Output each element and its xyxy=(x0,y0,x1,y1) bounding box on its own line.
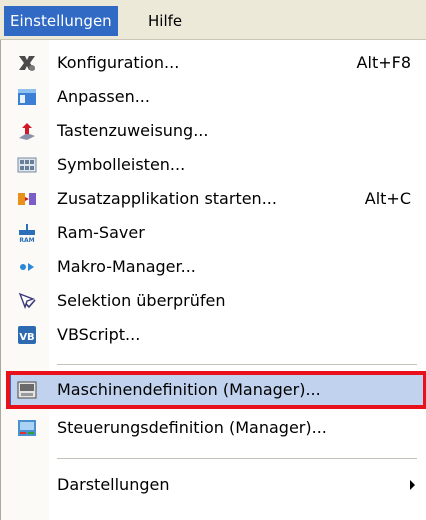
menu-hilfe[interactable]: Hilfe xyxy=(142,6,188,36)
ram-icon: RAM xyxy=(19,224,35,243)
config-icon xyxy=(19,56,35,71)
menu-item-shortcut: Alt+F8 xyxy=(356,53,411,72)
menu-item-zusatzapplikation[interactable]: Zusatzapplikation starten... Alt+C xyxy=(1,182,426,216)
menu-item-konfiguration[interactable]: Konfiguration... Alt+F8 xyxy=(1,46,426,80)
menu-item-label: Ram-Saver xyxy=(57,223,145,242)
menu-item-label: Zusatzapplikation starten... xyxy=(57,189,277,208)
menu-item-steuerungsdefinition[interactable]: Steuerungsdefinition (Manager)... xyxy=(1,411,426,445)
menu-item-symbolleisten[interactable]: Symbolleisten... xyxy=(1,148,426,182)
menu-item-label: Selektion überprüfen xyxy=(57,291,226,310)
machine-icon xyxy=(17,381,37,399)
menu-separator xyxy=(57,364,417,365)
control-icon xyxy=(18,420,36,436)
key-assignment-icon xyxy=(19,123,35,140)
menu-item-vbscript[interactable]: VB VBScript... xyxy=(1,318,426,352)
menu-item-anpassen[interactable]: Anpassen... xyxy=(1,80,426,114)
svg-text:RAM: RAM xyxy=(19,237,34,243)
vbscript-icon: VB xyxy=(18,326,36,344)
menu-bar: Einstellungen Hilfe xyxy=(0,0,426,40)
menu-item-label: Steuerungsdefinition (Manager)... xyxy=(57,418,327,437)
menu-item-label: Anpassen... xyxy=(57,87,150,106)
toolbars-icon xyxy=(17,157,37,173)
menu-item-selektion-pruefen[interactable]: Selektion überprüfen xyxy=(1,284,426,318)
menu-item-ram-saver[interactable]: RAM Ram-Saver xyxy=(1,216,426,250)
menu-separator xyxy=(57,458,417,459)
menu-einstellungen[interactable]: Einstellungen xyxy=(4,6,118,36)
menu-item-label: Symbolleisten... xyxy=(57,155,186,174)
menu-item-label: Makro-Manager... xyxy=(57,257,196,276)
menu-item-tastenzuweisung[interactable]: Tastenzuweisung... xyxy=(1,114,426,148)
submenu-arrow-icon xyxy=(410,480,415,490)
start-app-icon xyxy=(18,193,36,205)
menu-item-darstellungen[interactable]: Darstellungen xyxy=(1,468,426,502)
menu-item-maschinendefinition[interactable]: Maschinendefinition (Manager)... xyxy=(1,371,426,409)
menu-item-label: Konfiguration... xyxy=(57,53,180,72)
menu-item-label: Maschinendefinition (Manager)... xyxy=(57,380,321,399)
menu-item-label: Tastenzuweisung... xyxy=(57,121,209,140)
menu-item-label: VBScript... xyxy=(57,325,141,344)
menu-item-makro-manager[interactable]: Makro-Manager... xyxy=(1,250,426,284)
svg-text:VB: VB xyxy=(19,332,34,343)
menu-item-shortcut: Alt+C xyxy=(364,189,411,208)
customize-icon xyxy=(18,89,36,105)
macro-icon xyxy=(20,263,34,271)
check-selection-icon xyxy=(18,292,36,310)
dropdown-menu: Konfiguration... Alt+F8 Anpassen... Tast… xyxy=(0,40,426,520)
menu-item-label: Darstellungen xyxy=(57,475,170,494)
